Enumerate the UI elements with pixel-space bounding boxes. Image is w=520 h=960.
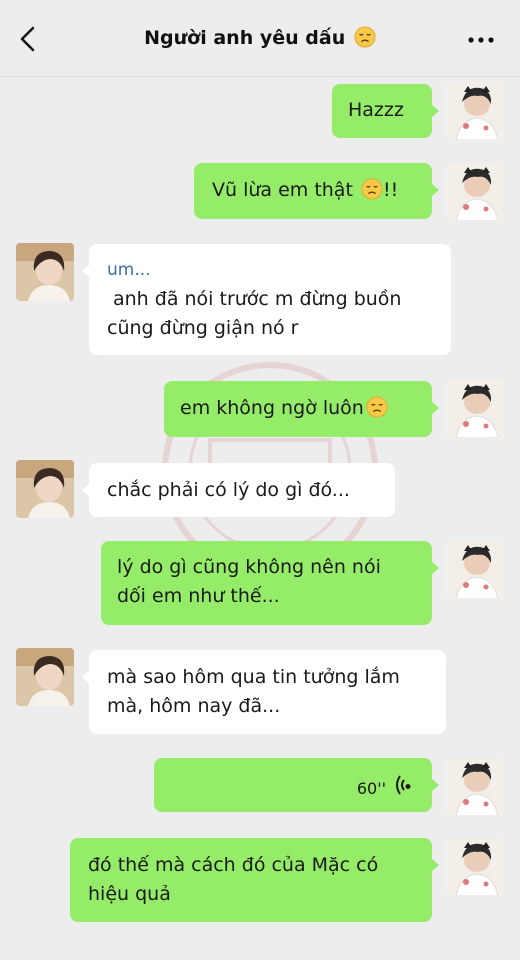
- message-text: đó thế mà cách đó của Mặc có: [88, 854, 379, 876]
- message-text: mà sao hôm qua tin tưởng lắm: [107, 666, 400, 688]
- message-text: cũng đừng giận nó r: [107, 317, 299, 339]
- avatar-other[interactable]: [16, 243, 74, 301]
- message-text-suffix: !!: [382, 179, 399, 201]
- message-text: hiệu quả: [88, 883, 171, 905]
- disappointed-face-emoji: [361, 178, 383, 200]
- message-bubble-sent[interactable]: Vũ lừa em thật !!: [194, 163, 439, 219]
- message-text: chắc phải có lý do gì đó...: [107, 479, 350, 501]
- message-bubble-sent[interactable]: Hazzz: [332, 84, 439, 138]
- message-bubble-sent[interactable]: đó thế mà cách đó của Mặc có hiệu quả: [70, 838, 439, 922]
- message-bubble-sent[interactable]: em không ngờ luôn: [164, 381, 439, 437]
- message-text: lý do gì cũng không nên nói: [117, 556, 381, 578]
- disappointed-face-emoji: [354, 26, 376, 48]
- avatar-me[interactable]: [446, 163, 504, 221]
- message-text: em không ngờ luôn: [180, 397, 364, 419]
- message-bubble-received[interactable]: um... anh đã nói trước m đừng buồn cũng …: [82, 244, 451, 355]
- message-bubble-sent[interactable]: lý do gì cũng không nên nói dối em như t…: [101, 541, 439, 625]
- more-dots-icon[interactable]: [466, 30, 496, 50]
- voice-message-bubble[interactable]: 60'': [154, 758, 439, 812]
- avatar-me[interactable]: [446, 541, 504, 599]
- message-text: Hazzz: [348, 99, 404, 121]
- message-text: dối em như thế...: [117, 585, 280, 607]
- disappointed-face-emoji: [366, 396, 388, 418]
- message-text: anh đã nói trước m đừng buồn: [113, 288, 402, 310]
- quoted-text: um...: [107, 260, 151, 280]
- avatar-me[interactable]: [446, 82, 504, 140]
- message-bubble-received[interactable]: chắc phải có lý do gì đó...: [82, 463, 395, 517]
- message-text: mà, hôm nay đã...: [107, 695, 281, 717]
- message-text: Vũ lừa em thật: [212, 179, 353, 201]
- avatar-me[interactable]: [446, 758, 504, 816]
- avatar-other[interactable]: [16, 648, 74, 706]
- voice-duration: 60'': [356, 779, 386, 798]
- avatar-me[interactable]: [446, 838, 504, 896]
- voice-wave-icon: [396, 775, 411, 795]
- avatar-other[interactable]: [16, 460, 74, 518]
- avatar-me[interactable]: [446, 380, 504, 438]
- chat-title: Người anh yêu dấu: [0, 26, 520, 49]
- chat-title-text: Người anh yêu dấu: [144, 27, 346, 49]
- message-bubble-received[interactable]: mà sao hôm qua tin tưởng lắm mà, hôm nay…: [82, 650, 446, 734]
- chat-header: Người anh yêu dấu: [0, 0, 520, 77]
